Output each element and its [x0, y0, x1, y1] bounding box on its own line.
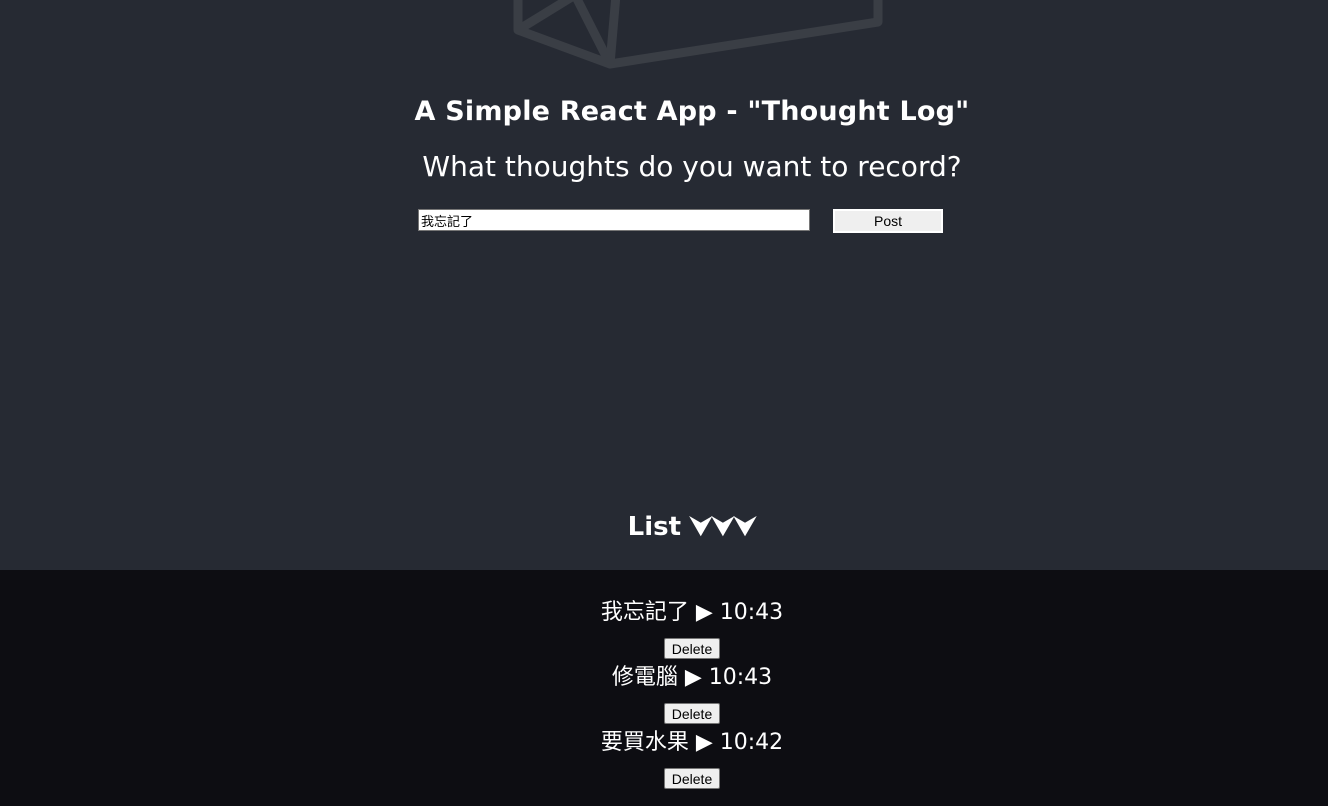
delete-button[interactable]: Delete: [663, 703, 721, 724]
header-section: A Simple React App - "Thought Log" What …: [0, 0, 1328, 570]
list-item: 我忘記了 ▶ 10:43 Delete: [0, 598, 1328, 659]
thought-text: 修電腦 ▶ 10:43: [611, 665, 773, 690]
thought-text: 要買水果 ▶ 10:42: [600, 730, 784, 755]
delete-button[interactable]: Delete: [663, 768, 721, 789]
app-title: A Simple React App - "Thought Log": [414, 96, 970, 127]
thought-input[interactable]: [418, 209, 810, 231]
list-heading: List ⮟⮟⮟: [627, 512, 757, 542]
prompt-text: What thoughts do you want to record?: [422, 150, 962, 183]
list-item: 要買水果 ▶ 10:42 Delete: [0, 728, 1328, 789]
thought-list: 我忘記了 ▶ 10:43 Delete 修電腦 ▶ 10:43 Delete 要…: [0, 570, 1328, 806]
delete-button[interactable]: Delete: [663, 638, 721, 659]
list-item: 修電腦 ▶ 10:43 Delete: [0, 663, 1328, 724]
post-button[interactable]: Post: [833, 209, 943, 233]
react-logo-outline-icon: [513, 0, 883, 69]
thought-text: 我忘記了 ▶ 10:43: [600, 600, 784, 625]
